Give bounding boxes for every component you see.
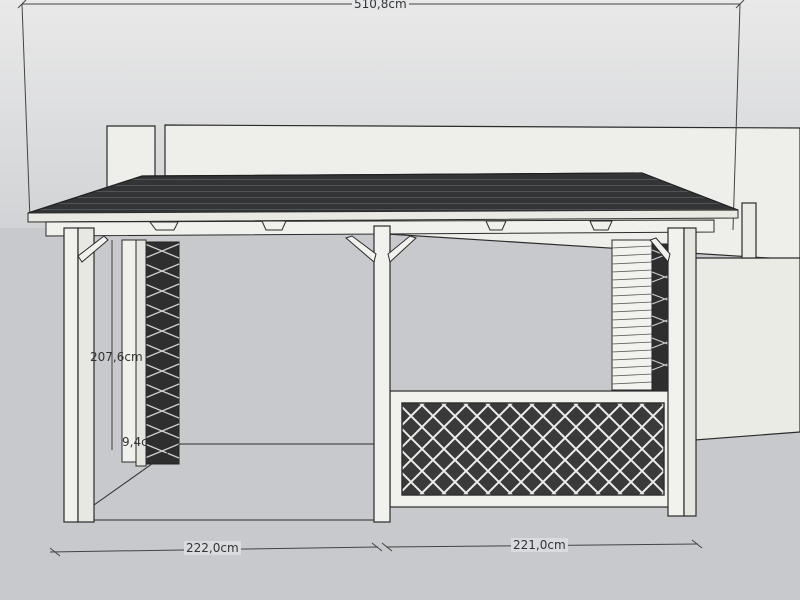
pergola-drawing: [0, 0, 800, 600]
left-bay-label: 222,0cm: [184, 541, 241, 555]
right-bay-label: 221,0cm: [511, 538, 568, 552]
height-label: 207,6cm: [90, 350, 143, 364]
roof: [27, 172, 739, 223]
total-width-label: 510,8cm: [352, 0, 409, 11]
partial-label: 9,4c: [122, 435, 148, 449]
